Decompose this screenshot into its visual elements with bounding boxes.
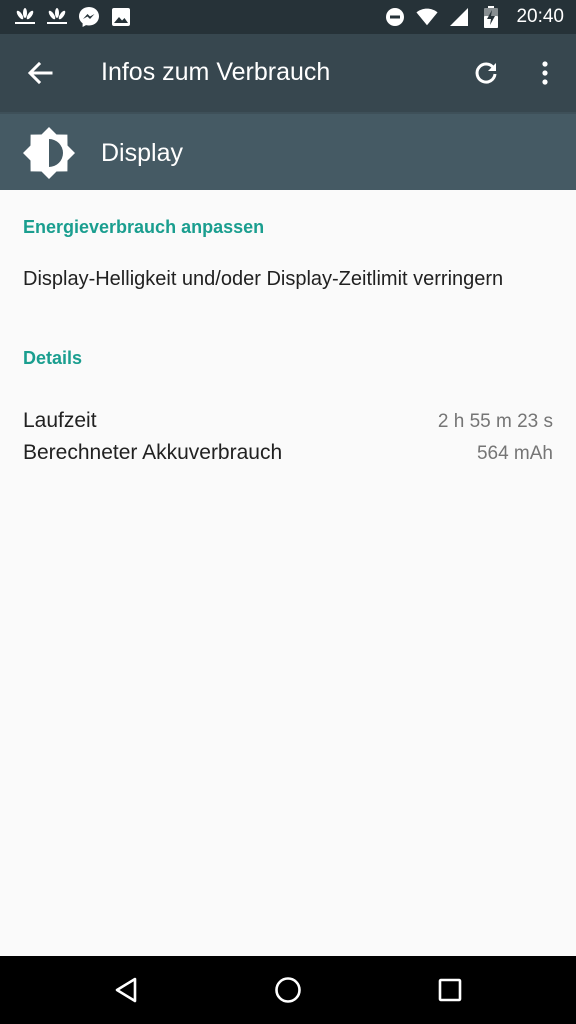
system-icons: 20:40 bbox=[384, 6, 564, 28]
battery-charging-icon bbox=[480, 6, 502, 28]
back-triangle-icon[interactable] bbox=[106, 970, 146, 1010]
refresh-icon[interactable] bbox=[466, 53, 506, 93]
section-heading-details: Details bbox=[23, 348, 83, 368]
gallery-icon bbox=[110, 6, 132, 28]
detail-label: Berechneter Akkuverbrauch bbox=[23, 441, 283, 464]
section-heading-adjust: Energieverbrauch anpassen bbox=[23, 217, 265, 237]
brightness-icon bbox=[22, 126, 76, 180]
messenger-icon bbox=[78, 6, 100, 28]
more-vert-icon[interactable] bbox=[525, 53, 565, 93]
toolbar-title: Infos zum Verbrauch bbox=[101, 58, 331, 86]
app-toolbar: Infos zum Verbrauch bbox=[0, 34, 576, 112]
notification-icons bbox=[14, 6, 132, 28]
detail-value: 2 h 55 m 23 s bbox=[437, 411, 553, 432]
app-header: Display bbox=[0, 112, 576, 190]
home-circle-icon[interactable] bbox=[268, 970, 308, 1010]
system-nav-bar bbox=[0, 956, 576, 1024]
arrow-back-icon[interactable] bbox=[20, 53, 60, 93]
detail-row-laufzeit: Laufzeit 2 h 55 m 23 s bbox=[23, 409, 553, 437]
recents-square-icon[interactable] bbox=[430, 970, 470, 1010]
do-not-disturb-icon bbox=[384, 6, 406, 28]
huawei-icon bbox=[14, 6, 36, 28]
signal-icon bbox=[448, 6, 470, 28]
header-title: Display bbox=[101, 139, 183, 167]
adjust-suggestion-text[interactable]: Display-Helligkeit und/oder Display-Zeit… bbox=[23, 266, 543, 293]
status-bar: 20:40 bbox=[0, 0, 576, 34]
detail-value: 564 mAh bbox=[476, 443, 553, 464]
status-time: 20:40 bbox=[516, 6, 564, 27]
detail-label: Laufzeit bbox=[23, 409, 97, 432]
huawei-icon bbox=[46, 6, 68, 28]
detail-row-akkuverbrauch: Berechneter Akkuverbrauch 564 mAh bbox=[23, 441, 553, 469]
wifi-icon bbox=[416, 6, 438, 28]
